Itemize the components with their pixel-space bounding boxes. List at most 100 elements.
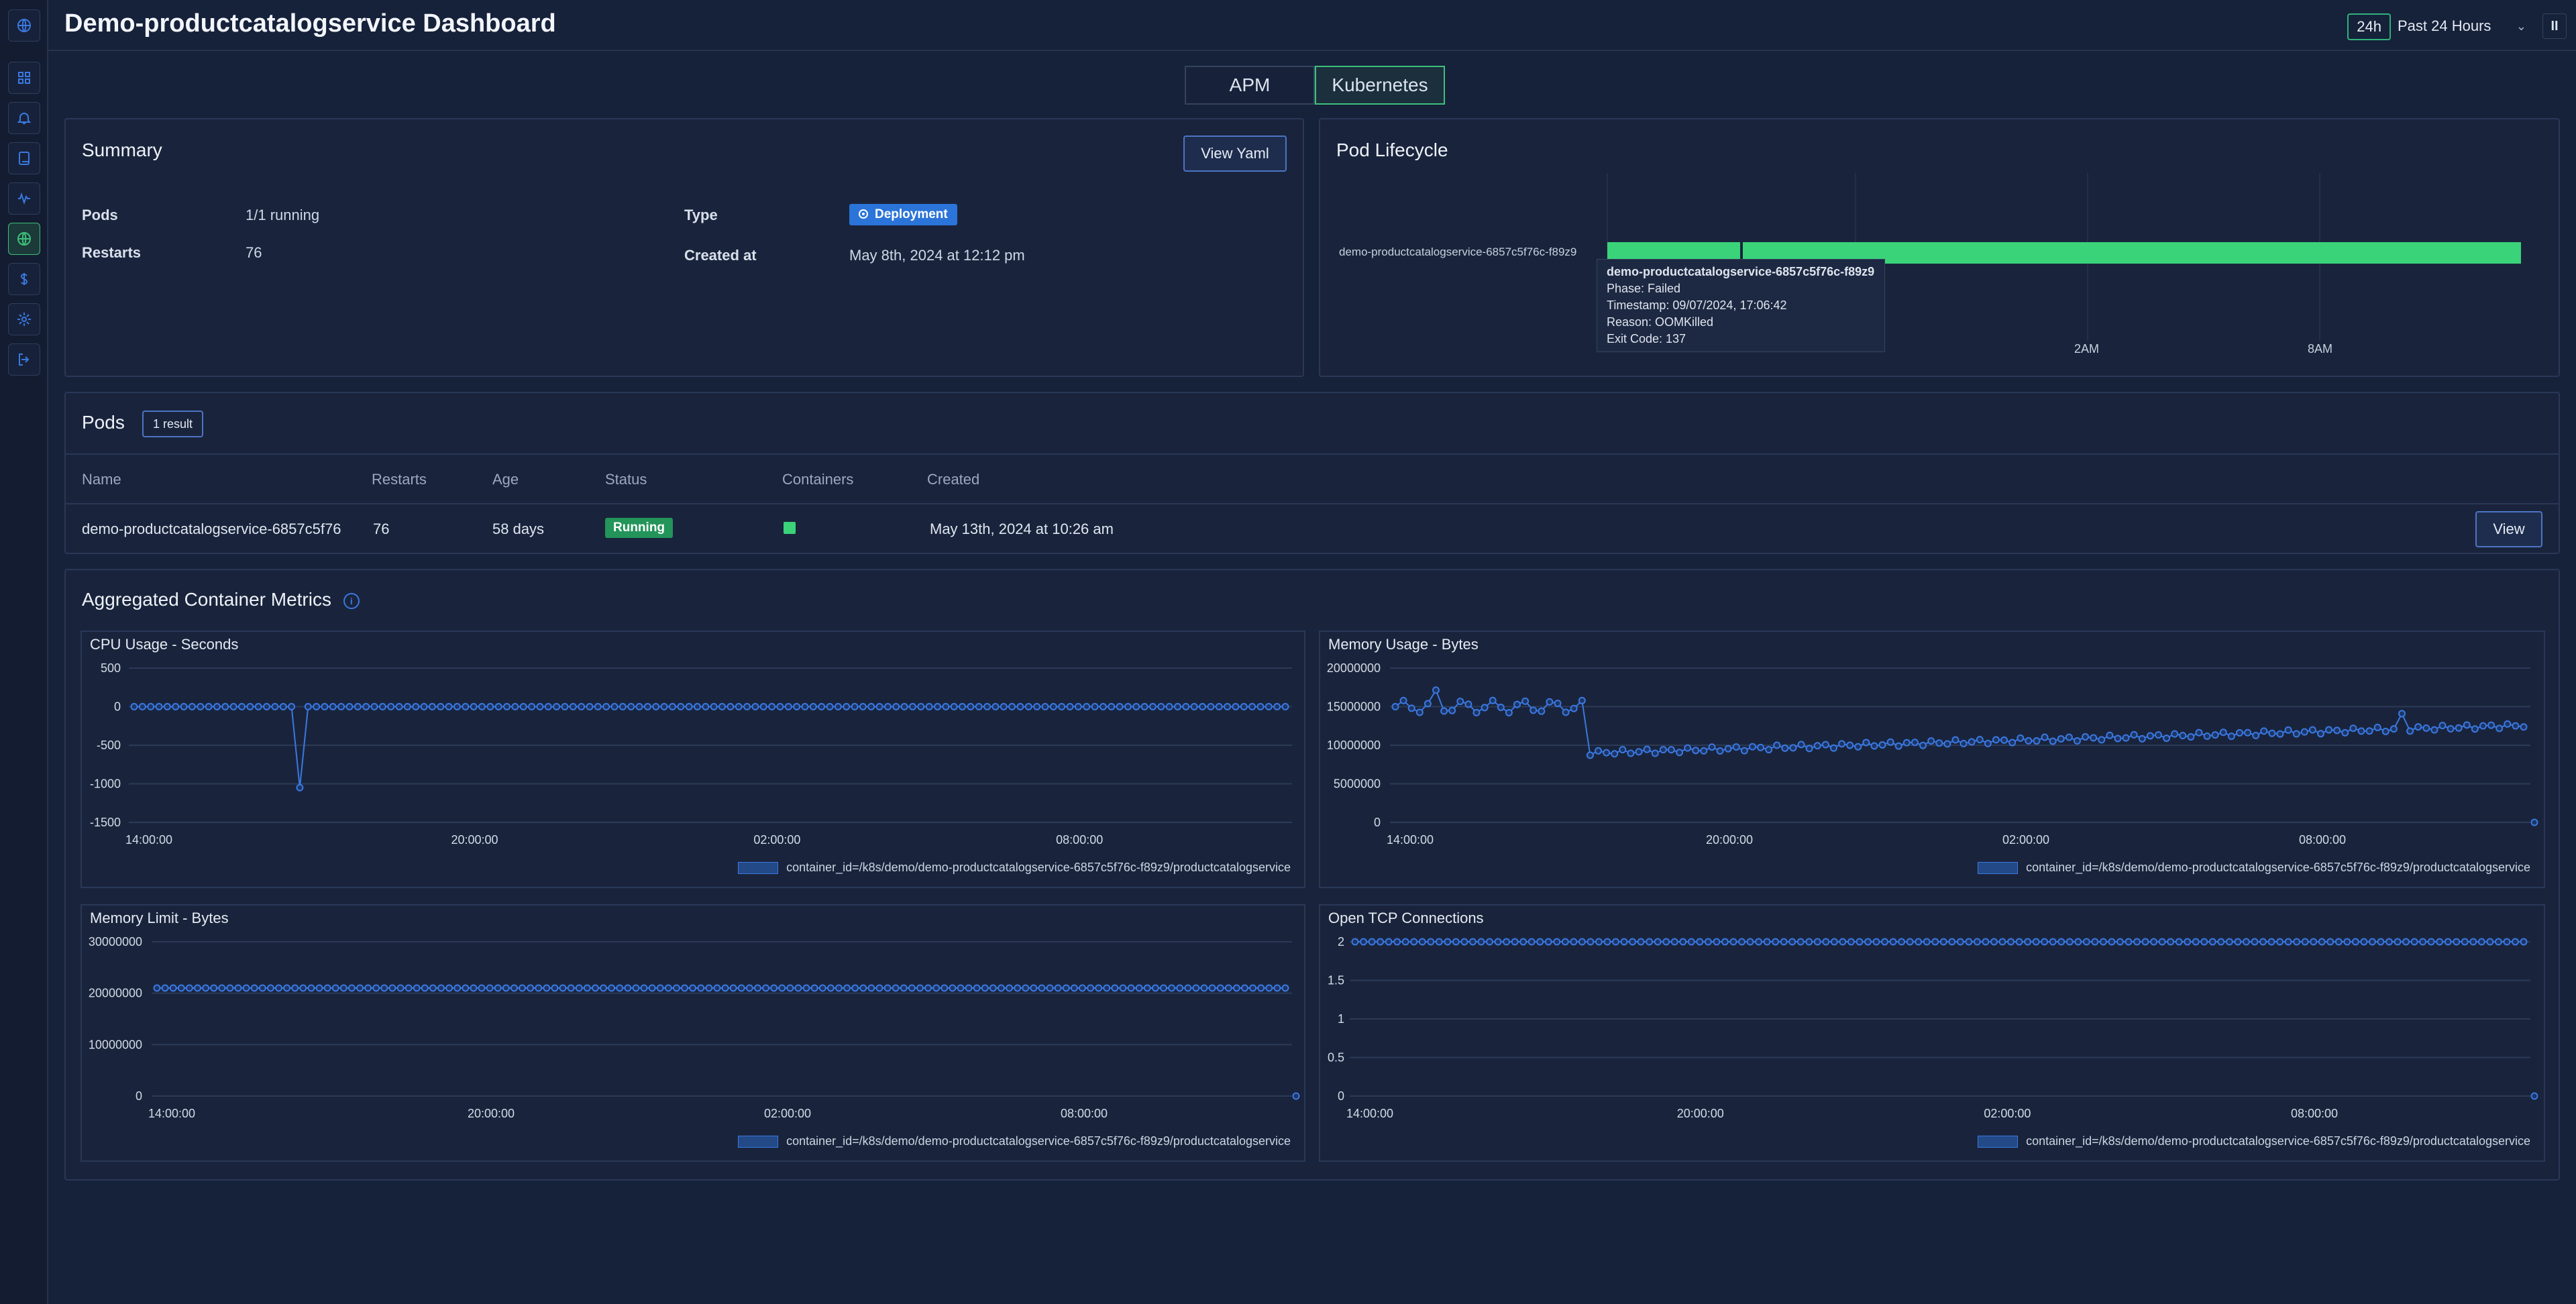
data-point[interactable] <box>1927 737 1935 745</box>
data-point[interactable] <box>1000 703 1008 710</box>
data-point[interactable] <box>2175 938 2183 946</box>
data-point[interactable] <box>1838 740 1846 748</box>
data-point[interactable] <box>205 703 213 710</box>
data-point[interactable] <box>1022 984 1030 992</box>
data-point[interactable] <box>1780 938 1788 946</box>
data-point[interactable] <box>2244 728 2252 737</box>
data-point[interactable] <box>727 703 735 710</box>
data-point[interactable] <box>2284 938 2292 946</box>
data-point[interactable] <box>226 984 234 992</box>
data-point[interactable] <box>2049 938 2057 946</box>
data-point[interactable] <box>237 703 246 710</box>
data-point[interactable] <box>1619 746 1627 754</box>
data-point[interactable] <box>2116 938 2124 946</box>
data-point[interactable] <box>304 703 312 710</box>
data-point[interactable] <box>1257 984 1265 992</box>
data-point[interactable] <box>337 703 345 710</box>
data-point[interactable] <box>1176 984 1184 992</box>
data-point[interactable] <box>967 703 975 710</box>
data-point[interactable] <box>1687 938 1695 946</box>
sidebar-dashboard-icon[interactable] <box>8 62 40 94</box>
data-point[interactable] <box>2377 938 2385 946</box>
data-point[interactable] <box>591 984 599 992</box>
data-point[interactable] <box>370 703 378 710</box>
data-point[interactable] <box>900 984 908 992</box>
data-point[interactable] <box>2192 938 2200 946</box>
data-point[interactable] <box>1124 703 1132 710</box>
data-point[interactable] <box>2268 729 2276 737</box>
data-point[interactable] <box>602 703 610 710</box>
data-point[interactable] <box>296 783 304 792</box>
data-point[interactable] <box>2430 726 2438 734</box>
data-point[interactable] <box>258 984 266 992</box>
data-point[interactable] <box>2293 938 2301 946</box>
data-point[interactable] <box>1805 938 1813 946</box>
data-point[interactable] <box>275 984 283 992</box>
data-point[interactable] <box>793 703 801 710</box>
data-point[interactable] <box>2402 938 2410 946</box>
data-point[interactable] <box>2130 730 2138 739</box>
data-point[interactable] <box>2381 727 2390 735</box>
data-point[interactable] <box>2351 938 2359 946</box>
data-point[interactable] <box>2217 938 2225 946</box>
data-point[interactable] <box>1578 696 1586 704</box>
data-point[interactable] <box>147 703 155 710</box>
data-point[interactable] <box>2349 724 2357 732</box>
data-point[interactable] <box>1830 938 1838 946</box>
data-point[interactable] <box>2082 938 2090 946</box>
data-point[interactable] <box>1066 703 1074 710</box>
data-point[interactable] <box>705 984 713 992</box>
data-point[interactable] <box>283 984 291 992</box>
data-point[interactable] <box>2486 938 2494 946</box>
data-point[interactable] <box>1603 938 1611 946</box>
data-point[interactable] <box>2267 938 2275 946</box>
data-point[interactable] <box>2406 727 2414 735</box>
data-point[interactable] <box>1813 938 1821 946</box>
sidebar-logout-icon[interactable] <box>8 343 40 376</box>
data-point[interactable] <box>851 984 859 992</box>
data-point[interactable] <box>1190 703 1198 710</box>
data-point[interactable] <box>288 703 296 710</box>
data-point[interactable] <box>702 703 710 710</box>
data-point[interactable] <box>462 984 470 992</box>
data-point[interactable] <box>185 984 193 992</box>
data-point[interactable] <box>1676 749 1684 757</box>
data-point[interactable] <box>2326 938 2334 946</box>
pause-button[interactable]: II <box>2542 13 2567 39</box>
data-point[interactable] <box>908 984 916 992</box>
container-status-indicator[interactable] <box>784 522 796 534</box>
data-point[interactable] <box>372 984 380 992</box>
data-point[interactable] <box>1273 984 1281 992</box>
data-point[interactable] <box>1984 739 1992 747</box>
data-point[interactable] <box>1662 938 1670 946</box>
data-point[interactable] <box>553 703 561 710</box>
data-point[interactable] <box>2032 938 2040 946</box>
data-point[interactable] <box>2057 735 2065 743</box>
data-point[interactable] <box>2008 739 2017 747</box>
data-point[interactable] <box>1772 938 1780 946</box>
data-point[interactable] <box>2341 728 2349 737</box>
data-point[interactable] <box>2427 938 2435 946</box>
data-point[interactable] <box>234 984 242 992</box>
data-point[interactable] <box>354 703 362 710</box>
sidebar-waveform-icon[interactable] <box>8 182 40 215</box>
data-point[interactable] <box>405 984 413 992</box>
data-point[interactable] <box>2300 728 2308 736</box>
data-point[interactable] <box>1919 741 1927 749</box>
data-point[interactable] <box>345 703 354 710</box>
data-point[interactable] <box>502 984 510 992</box>
sidebar-kubernetes-icon[interactable] <box>8 223 40 255</box>
data-point[interactable] <box>1444 938 1452 946</box>
data-point[interactable] <box>2041 938 2049 946</box>
data-point[interactable] <box>1629 938 1637 946</box>
data-point[interactable] <box>1956 938 1964 946</box>
data-point[interactable] <box>2235 728 2243 737</box>
data-point[interactable] <box>1078 984 1086 992</box>
data-point[interactable] <box>991 703 1000 710</box>
data-point[interactable] <box>1024 703 1032 710</box>
data-point[interactable] <box>745 984 753 992</box>
data-point[interactable] <box>1385 938 1393 946</box>
data-point[interactable] <box>1561 938 1569 946</box>
data-point[interactable] <box>1856 938 1864 946</box>
data-point[interactable] <box>1554 700 1562 708</box>
